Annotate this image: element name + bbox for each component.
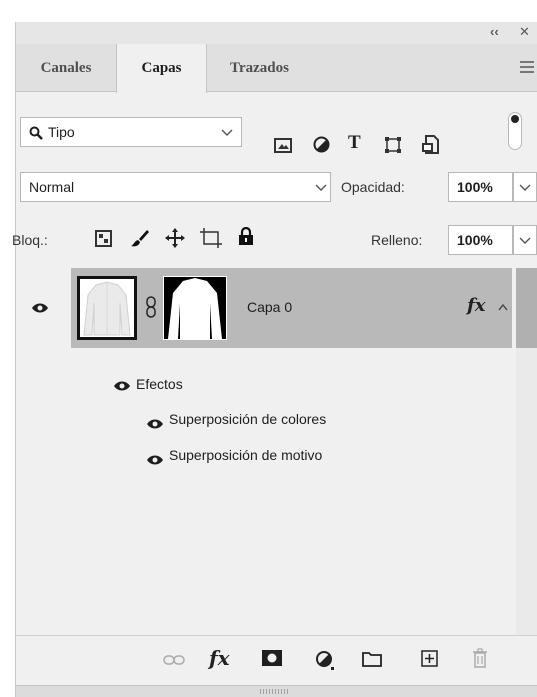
chevron-down-icon <box>315 184 327 191</box>
lock-transparent-pixels-icon[interactable] <box>95 230 112 247</box>
fill-dropdown[interactable] <box>513 225 537 255</box>
filter-kind-label: Tipo <box>48 124 75 140</box>
new-layer-icon[interactable] <box>421 650 438 667</box>
adjustment-icon[interactable] <box>315 650 335 670</box>
eye-icon[interactable] <box>31 302 49 314</box>
shape-filter-icon[interactable] <box>384 136 402 154</box>
layer-thumbnail[interactable] <box>77 276 137 340</box>
tab-canales[interactable]: Canales <box>16 44 116 92</box>
panel-titlebar: ‹‹ ✕ <box>16 22 537 44</box>
tab-capas[interactable]: Capas <box>116 44 207 93</box>
chevron-down-icon <box>519 184 531 191</box>
lock-position-icon[interactable] <box>165 228 185 248</box>
blend-mode-value: Normal <box>29 179 75 195</box>
mask-link-icon[interactable] <box>145 296 157 318</box>
effect-item[interactable]: Superposición de motivo <box>169 447 322 463</box>
effects-label[interactable]: Efectos <box>136 376 183 392</box>
tab-bar: Canales Capas Trazados <box>16 44 537 93</box>
collapse-panel-button[interactable]: ‹‹ <box>490 24 499 39</box>
eye-icon[interactable] <box>113 380 131 392</box>
layer-row-capa-0[interactable]: Capa 0 fx <box>71 268 512 348</box>
smartobject-filter-icon[interactable] <box>422 135 440 154</box>
layer-mask-thumbnail[interactable] <box>163 276 227 340</box>
blend-mode-select[interactable]: Normal <box>20 172 331 202</box>
shirt-thumbnail-image <box>80 279 134 337</box>
fill-input[interactable]: 100% <box>448 225 513 255</box>
fill-label: Relleno: <box>371 232 423 248</box>
lock-label: Bloq.: <box>12 232 48 248</box>
trash-icon[interactable] <box>472 648 488 668</box>
tab-trazados[interactable]: Trazados <box>207 44 312 92</box>
type-filter-icon[interactable]: T <box>348 132 361 154</box>
lock-all-icon[interactable] <box>238 227 254 246</box>
layer-name[interactable]: Capa 0 <box>247 299 292 315</box>
layer-fx-badge[interactable]: fx <box>467 295 485 316</box>
image-filter-icon[interactable] <box>274 138 292 153</box>
adjustment-filter-icon[interactable] <box>313 136 330 153</box>
layers-list: Capa 0 fx Efectos Superposición de color… <box>16 268 516 635</box>
eye-icon[interactable] <box>146 454 164 466</box>
lock-artboard-icon[interactable] <box>200 228 222 248</box>
chevron-down-icon <box>519 237 531 244</box>
lock-image-pixels-icon[interactable] <box>130 228 150 248</box>
mask-icon[interactable] <box>261 649 283 667</box>
layers-panel: ‹‹ ✕ Canales Capas Trazados Tipo T Norma… <box>12 22 537 697</box>
search-icon <box>29 126 43 140</box>
filter-toggle-switch[interactable] <box>508 112 522 150</box>
close-panel-button[interactable]: ✕ <box>519 24 530 40</box>
chevron-up-icon[interactable] <box>498 304 508 311</box>
panel-menu-icon[interactable] <box>520 61 534 73</box>
layers-scrollbar[interactable] <box>516 268 537 635</box>
shirt-mask-image <box>164 277 226 339</box>
scrollbar-thumb[interactable] <box>516 268 537 348</box>
bottom-toolbar: fx <box>16 635 537 685</box>
panel-resize-grip[interactable] <box>16 685 537 697</box>
opacity-input[interactable]: 100% <box>448 172 513 202</box>
fx-icon[interactable]: fx <box>209 646 230 670</box>
opacity-dropdown[interactable] <box>513 172 537 202</box>
filter-kind-select[interactable]: Tipo <box>20 117 242 147</box>
chevron-down-icon <box>221 129 233 136</box>
effect-item[interactable]: Superposición de colores <box>169 411 326 427</box>
link-layers-icon[interactable] <box>163 654 185 666</box>
group-folder-icon[interactable] <box>362 651 382 667</box>
opacity-label: Opacidad: <box>341 179 405 195</box>
eye-icon[interactable] <box>146 418 164 430</box>
